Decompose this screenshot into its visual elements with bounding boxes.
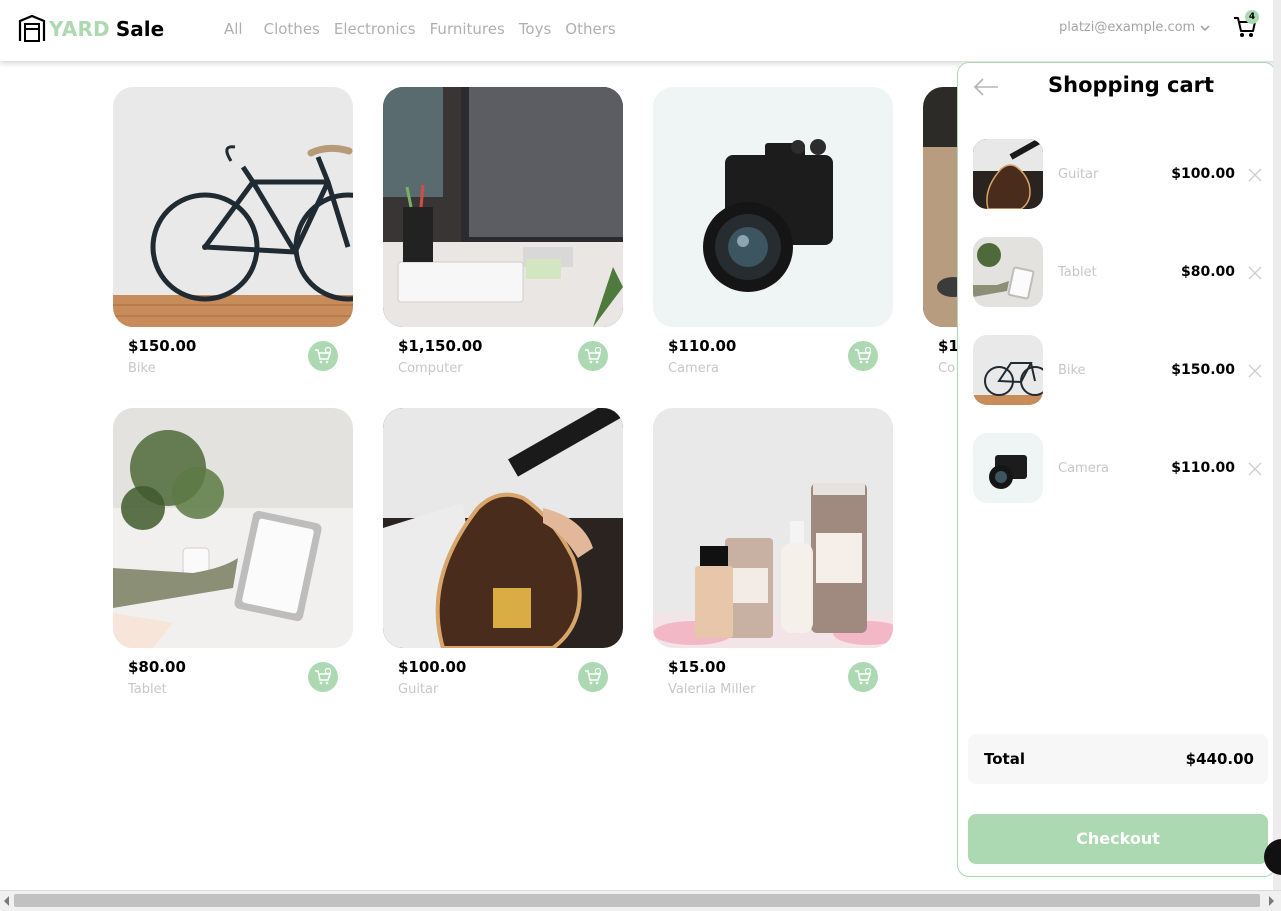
add-to-cart-button[interactable] [578,341,608,371]
nav-category-electronics[interactable]: Electronics [334,20,416,38]
guitar-thumbnail [973,139,1043,209]
close-icon[interactable] [1248,266,1262,280]
category-nav: All Clothes Electronics Furnitures Toys … [224,20,630,38]
nav-category-others[interactable]: Others [565,20,615,38]
product-card: $80.00 Tablet [113,408,353,708]
skincare-photo [653,408,893,648]
horizontal-scroll-thumb[interactable] [14,894,1260,907]
total-value: $440.00 [1185,750,1254,768]
logo[interactable]: YARD Sale [18,14,164,44]
cart-item-price: $80.00 [1180,264,1235,280]
product-image-camera[interactable] [653,87,893,327]
add-to-cart-button[interactable] [308,662,338,692]
close-icon[interactable] [1248,462,1262,476]
nav-category-furnitures[interactable]: Furnitures [430,20,505,38]
logo-text-sale: Sale [115,17,165,41]
product-name: Valeriia Miller [668,682,756,697]
add-to-cart-button[interactable] [308,341,338,371]
cart-item: Bike $150.00 [973,335,1273,405]
logo-text-yard: YARD [49,17,110,41]
add-to-cart-icon [855,347,872,364]
product-image-bike[interactable] [113,87,353,327]
close-icon[interactable] [1248,364,1262,378]
cart-item: Tablet $80.00 [973,237,1273,307]
product-card: $15.00 Valeriia Miller [653,408,893,708]
product-name: Tablet [128,682,167,697]
scroll-left-arrow-icon[interactable] [2,895,12,907]
navbar: YARD Sale All Clothes Electronics Furnit… [0,0,1281,61]
product-price: $80.00 [128,658,186,676]
yard-logo-icon [18,15,46,42]
product-name: Guitar [398,682,439,697]
add-to-cart-icon [585,668,602,685]
total-label: Total [984,750,1025,768]
cart-count-badge: 4 [1245,10,1259,24]
product-image-computer[interactable] [383,87,623,327]
cart-item: Guitar $100.00 [973,139,1273,209]
tablet-thumbnail [973,237,1043,307]
cart-item-price: $150.00 [1171,362,1235,378]
account-menu[interactable]: platzi@example.com [1059,20,1210,35]
guitar-photo [383,408,623,648]
cart-item: Camera $110.00 [973,433,1273,503]
page: YARD Sale All Clothes Electronics Furnit… [0,0,1281,911]
scroll-right-arrow-icon[interactable] [1266,895,1276,907]
product-price: $15.00 [668,658,726,676]
product-price: $150.00 [128,337,197,355]
nav-category-toys[interactable]: Toys [519,20,551,38]
product-price: $1,150.00 [398,337,483,355]
horizontal-scrollbar[interactable] [0,890,1281,911]
add-to-cart-button[interactable] [848,341,878,371]
product-card: $110.00 Camera [653,87,893,387]
add-to-cart-icon [855,668,872,685]
product-card: $1,150.00 Computer [383,87,623,387]
camera-thumbnail [973,433,1043,503]
product-price: $110.00 [668,337,737,355]
cart-item-thumbnail [973,335,1043,405]
add-to-cart-icon [315,668,332,685]
close-icon[interactable] [1248,168,1262,182]
product-image-guitar[interactable] [383,408,623,648]
arrow-left-icon[interactable] [972,77,1000,97]
product-name: Computer [398,361,463,376]
cart-item-price: $110.00 [1171,460,1235,476]
product-card: $100.00 Guitar [383,408,623,708]
cart-item-name: Tablet [1058,265,1097,280]
bike-thumbnail [973,335,1043,405]
product-image-skincare[interactable] [653,408,893,648]
cart-total: Total $440.00 [968,734,1268,784]
product-image-tablet[interactable] [113,408,353,648]
add-to-cart-button[interactable] [578,662,608,692]
add-to-cart-button[interactable] [848,662,878,692]
cart-item-thumbnail [973,139,1043,209]
shopping-cart-panel: Shopping cart Guitar $100.00 Tablet $80.… [957,62,1276,877]
product-name: Camera [668,361,720,376]
cart-title: Shopping cart [1048,73,1215,97]
add-to-cart-icon [585,347,602,364]
cart-item-name: Guitar [1058,167,1099,182]
nav-category-clothes[interactable]: Clothes [264,20,320,38]
cart-item-thumbnail [973,237,1043,307]
cart-item-price: $100.00 [1171,166,1235,182]
tablet-photo [113,408,353,648]
vertical-scrollbar[interactable] [1273,0,1281,890]
add-to-cart-icon [315,347,332,364]
product-name: Co [938,361,956,376]
camera-photo [653,87,893,327]
cart-item-name: Bike [1058,363,1086,378]
product-price: $100.00 [398,658,467,676]
bike-photo [113,87,353,327]
product-name: Bike [128,361,156,376]
chevron-down-icon [1200,24,1210,31]
account-email: platzi@example.com [1059,20,1196,35]
computer-photo [383,87,623,327]
nav-category-all[interactable]: All [224,20,243,38]
cart-item-name: Camera [1058,461,1110,476]
product-card: $150.00 Bike [113,87,353,387]
checkout-button[interactable]: Checkout [968,814,1268,864]
cart-item-thumbnail [973,433,1043,503]
